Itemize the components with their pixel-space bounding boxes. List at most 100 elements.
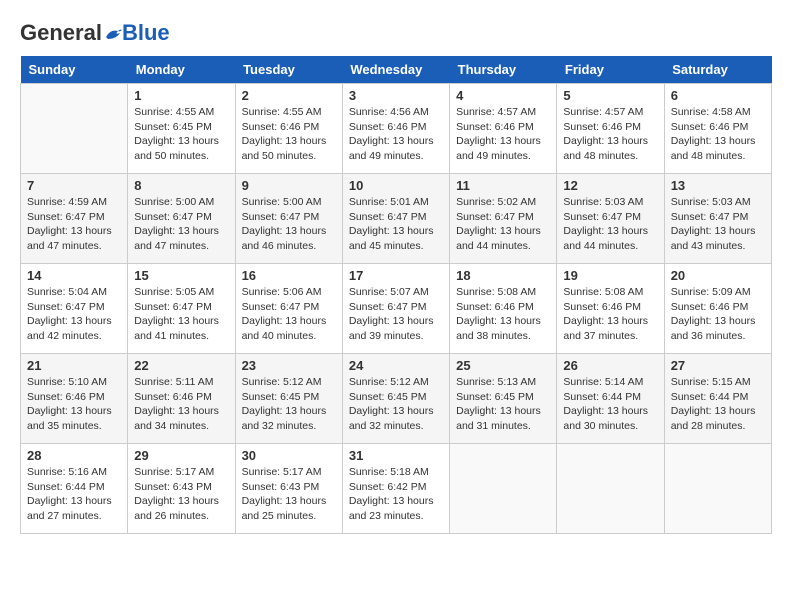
day-info: Sunrise: 5:13 AMSunset: 6:45 PMDaylight:… [456,375,550,434]
calendar-cell: 28 Sunrise: 5:16 AMSunset: 6:44 PMDayligh… [21,444,128,534]
day-info: Sunrise: 4:57 AMSunset: 6:46 PMDaylight:… [563,105,657,164]
weekday-header-row: SundayMondayTuesdayWednesdayThursdayFrid… [21,56,772,84]
day-number: 9 [242,178,336,193]
day-number: 8 [134,178,228,193]
calendar-cell: 1Sunrise: 4:55 AMSunset: 6:45 PMDaylight… [128,84,235,174]
calendar-cell: 9 Sunrise: 5:00 AMSunset: 6:47 PMDaylight… [235,174,342,264]
day-number: 15 [134,268,228,283]
day-info: Sunrise: 5:10 AMSunset: 6:46 PMDaylight:… [27,375,121,434]
calendar-cell: 19 Sunrise: 5:08 AMSunset: 6:46 PMDayligh… [557,264,664,354]
calendar-cell [664,444,771,534]
day-number: 17 [349,268,443,283]
day-info: Sunrise: 5:00 AMSunset: 6:47 PMDaylight:… [242,195,336,254]
calendar-cell: 12 Sunrise: 5:03 AMSunset: 6:47 PMDayligh… [557,174,664,264]
calendar-cell: 24Sunrise: 5:12 AMSunset: 6:45 PMDayligh… [342,354,449,444]
calendar-cell: 31 Sunrise: 5:18 AMSunset: 6:42 PMDayligh… [342,444,449,534]
day-number: 10 [349,178,443,193]
calendar-cell [557,444,664,534]
day-number: 25 [456,358,550,373]
day-number: 20 [671,268,765,283]
calendar-cell: 30Sunrise: 5:17 AMSunset: 6:43 PMDayligh… [235,444,342,534]
day-info: Sunrise: 5:00 AMSunset: 6:47 PMDaylight:… [134,195,228,254]
day-number: 30 [242,448,336,463]
day-info: Sunrise: 4:58 AMSunset: 6:46 PMDaylight:… [671,105,765,164]
day-info: Sunrise: 5:12 AMSunset: 6:45 PMDaylight:… [349,375,443,434]
calendar-cell: 7 Sunrise: 4:59 AMSunset: 6:47 PMDaylight… [21,174,128,264]
logo-blue-text: Blue [122,20,170,46]
day-number: 5 [563,88,657,103]
calendar-cell: 13 Sunrise: 5:03 AMSunset: 6:47 PMDayligh… [664,174,771,264]
day-info: Sunrise: 5:05 AMSunset: 6:47 PMDaylight:… [134,285,228,344]
day-info: Sunrise: 5:14 AMSunset: 6:44 PMDaylight:… [563,375,657,434]
day-number: 1 [134,88,228,103]
day-number: 6 [671,88,765,103]
weekday-header-friday: Friday [557,56,664,84]
calendar-cell: 22 Sunrise: 5:11 AMSunset: 6:46 PMDayligh… [128,354,235,444]
calendar-cell: 21 Sunrise: 5:10 AMSunset: 6:46 PMDayligh… [21,354,128,444]
calendar-cell: 25 Sunrise: 5:13 AMSunset: 6:45 PMDayligh… [450,354,557,444]
day-info: Sunrise: 5:18 AMSunset: 6:42 PMDaylight:… [349,465,443,524]
day-info: Sunrise: 4:57 AMSunset: 6:46 PMDaylight:… [456,105,550,164]
day-number: 26 [563,358,657,373]
calendar-week-row: 14 Sunrise: 5:04 AMSunset: 6:47 PMDayligh… [21,264,772,354]
day-number: 29 [134,448,228,463]
calendar-cell: 8 Sunrise: 5:00 AMSunset: 6:47 PMDaylight… [128,174,235,264]
day-info: Sunrise: 5:02 AMSunset: 6:47 PMDaylight:… [456,195,550,254]
calendar-cell: 17 Sunrise: 5:07 AMSunset: 6:47 PMDayligh… [342,264,449,354]
calendar-cell: 3 Sunrise: 4:56 AMSunset: 6:46 PMDaylight… [342,84,449,174]
logo: General Blue [20,20,170,46]
weekday-header-wednesday: Wednesday [342,56,449,84]
day-number: 16 [242,268,336,283]
day-info: Sunrise: 5:08 AMSunset: 6:46 PMDaylight:… [456,285,550,344]
day-number: 19 [563,268,657,283]
day-info: Sunrise: 5:12 AMSunset: 6:45 PMDaylight:… [242,375,336,434]
calendar-table: SundayMondayTuesdayWednesdayThursdayFrid… [20,56,772,534]
calendar-cell: 2 Sunrise: 4:55 AMSunset: 6:46 PMDaylight… [235,84,342,174]
day-info: Sunrise: 5:03 AMSunset: 6:47 PMDaylight:… [671,195,765,254]
day-info: Sunrise: 5:07 AMSunset: 6:47 PMDaylight:… [349,285,443,344]
day-info: Sunrise: 5:06 AMSunset: 6:47 PMDaylight:… [242,285,336,344]
calendar-cell: 20 Sunrise: 5:09 AMSunset: 6:46 PMDayligh… [664,264,771,354]
day-number: 7 [27,178,121,193]
day-number: 21 [27,358,121,373]
day-number: 22 [134,358,228,373]
day-number: 13 [671,178,765,193]
calendar-cell: 16 Sunrise: 5:06 AMSunset: 6:47 PMDayligh… [235,264,342,354]
day-number: 3 [349,88,443,103]
calendar-cell: 27Sunrise: 5:15 AMSunset: 6:44 PMDayligh… [664,354,771,444]
day-number: 11 [456,178,550,193]
day-info: Sunrise: 4:55 AMSunset: 6:46 PMDaylight:… [242,105,336,164]
day-info: Sunrise: 5:01 AMSunset: 6:47 PMDaylight:… [349,195,443,254]
calendar-cell: 14 Sunrise: 5:04 AMSunset: 6:47 PMDayligh… [21,264,128,354]
calendar-cell [21,84,128,174]
day-number: 27 [671,358,765,373]
day-info: Sunrise: 5:04 AMSunset: 6:47 PMDaylight:… [27,285,121,344]
calendar-cell: 15 Sunrise: 5:05 AMSunset: 6:47 PMDayligh… [128,264,235,354]
weekday-header-thursday: Thursday [450,56,557,84]
day-info: Sunrise: 5:08 AMSunset: 6:46 PMDaylight:… [563,285,657,344]
day-info: Sunrise: 4:56 AMSunset: 6:46 PMDaylight:… [349,105,443,164]
calendar-week-row: 1Sunrise: 4:55 AMSunset: 6:45 PMDaylight… [21,84,772,174]
day-number: 14 [27,268,121,283]
weekday-header-saturday: Saturday [664,56,771,84]
day-info: Sunrise: 5:03 AMSunset: 6:47 PMDaylight:… [563,195,657,254]
day-number: 28 [27,448,121,463]
calendar-cell: 26 Sunrise: 5:14 AMSunset: 6:44 PMDayligh… [557,354,664,444]
calendar-week-row: 28 Sunrise: 5:16 AMSunset: 6:44 PMDayligh… [21,444,772,534]
weekday-header-sunday: Sunday [21,56,128,84]
calendar-cell: 11 Sunrise: 5:02 AMSunset: 6:47 PMDayligh… [450,174,557,264]
day-info: Sunrise: 5:16 AMSunset: 6:44 PMDaylight:… [27,465,121,524]
calendar-cell: 5 Sunrise: 4:57 AMSunset: 6:46 PMDaylight… [557,84,664,174]
day-info: Sunrise: 5:11 AMSunset: 6:46 PMDaylight:… [134,375,228,434]
day-number: 2 [242,88,336,103]
calendar-cell: 6 Sunrise: 4:58 AMSunset: 6:46 PMDaylight… [664,84,771,174]
day-info: Sunrise: 5:17 AMSunset: 6:43 PMDaylight:… [134,465,228,524]
day-info: Sunrise: 5:09 AMSunset: 6:46 PMDaylight:… [671,285,765,344]
calendar-cell: 23Sunrise: 5:12 AMSunset: 6:45 PMDayligh… [235,354,342,444]
calendar-cell: 10 Sunrise: 5:01 AMSunset: 6:47 PMDayligh… [342,174,449,264]
day-info: Sunrise: 4:59 AMSunset: 6:47 PMDaylight:… [27,195,121,254]
day-number: 4 [456,88,550,103]
day-number: 12 [563,178,657,193]
calendar-week-row: 7 Sunrise: 4:59 AMSunset: 6:47 PMDaylight… [21,174,772,264]
day-number: 31 [349,448,443,463]
